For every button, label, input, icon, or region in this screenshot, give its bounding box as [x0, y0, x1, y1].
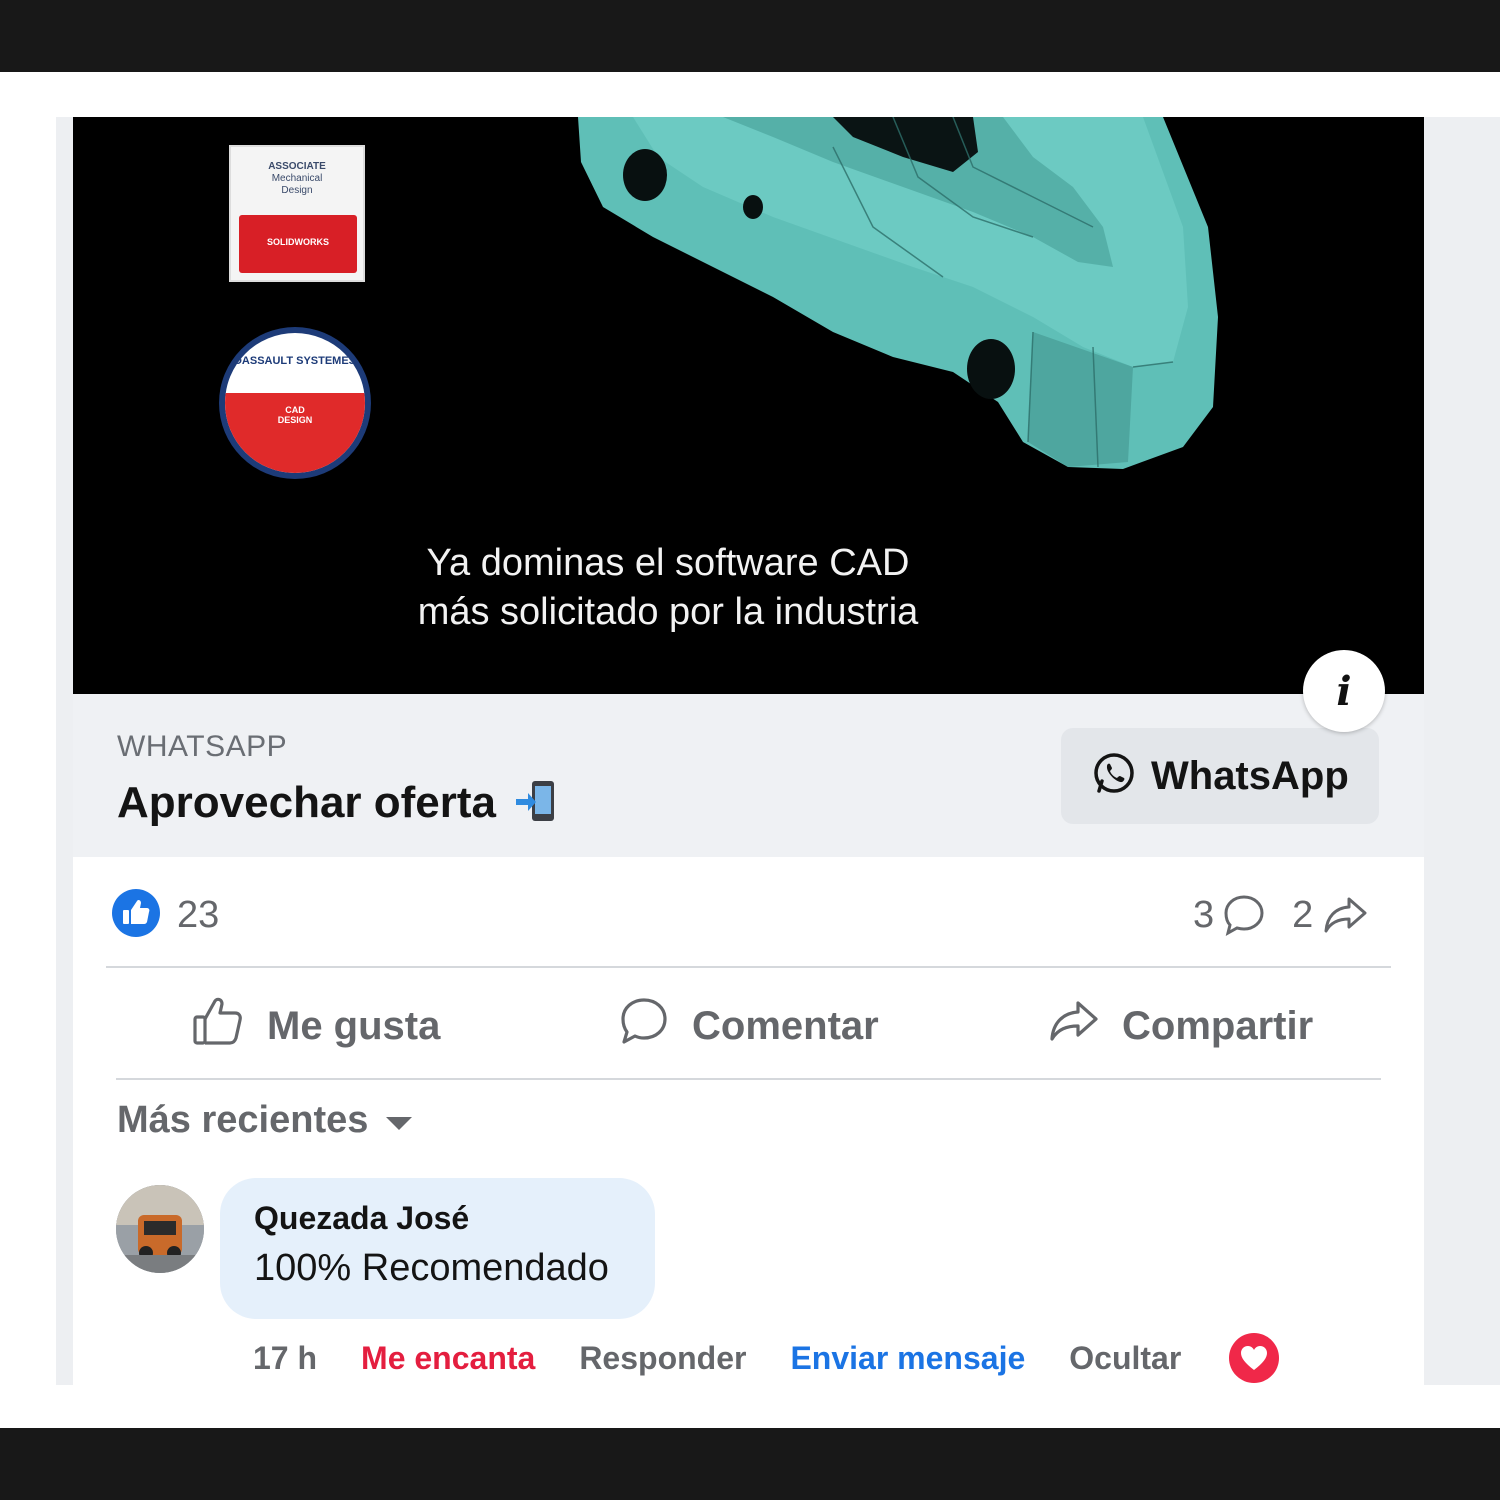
- share-count-icon: [1321, 893, 1369, 937]
- video-caption: Ya dominas el software CAD más solicitad…: [417, 542, 919, 633]
- post-action-bar: Me gusta Comentar Compartir: [73, 993, 1424, 1059]
- hide-comment-button[interactable]: Ocultar: [1069, 1340, 1181, 1377]
- dassault-cad-design-badge: DASSAULT SYSTEMES CAD DESIGN: [219, 327, 371, 479]
- phone-arrow-emoji-icon: [514, 779, 558, 823]
- comment-icon: [618, 995, 670, 1057]
- whatsapp-icon: [1091, 751, 1137, 802]
- share-button[interactable]: Compartir: [1048, 993, 1313, 1059]
- cta-headline: Aprovechar oferta: [117, 778, 558, 828]
- send-message-link[interactable]: Enviar mensaje: [790, 1340, 1025, 1377]
- ad-video-media[interactable]: ASSOCIATE Mechanical Design SOLIDWORKS D…: [73, 117, 1424, 694]
- caret-down-icon: [386, 1117, 413, 1130]
- thumbs-up-icon: [191, 995, 245, 1057]
- share-count[interactable]: 2: [1292, 894, 1313, 937]
- comment-bubble: Quezada José 100% Recomendado: [220, 1178, 655, 1319]
- comment-react-button[interactable]: Me encanta: [361, 1340, 535, 1377]
- whatsapp-cta-button[interactable]: WhatsApp: [1061, 728, 1379, 824]
- love-reaction-icon[interactable]: [1229, 1333, 1280, 1383]
- divider: [116, 1078, 1381, 1080]
- feed-background-left: [56, 117, 73, 1385]
- call-to-action-strip[interactable]: WHATSAPP Aprovechar oferta WhatsApp: [73, 694, 1424, 857]
- comment-count-icon: [1222, 893, 1266, 937]
- comment-timestamp[interactable]: 17 h: [253, 1340, 317, 1377]
- share-icon: [1048, 997, 1100, 1055]
- like-button[interactable]: Me gusta: [191, 993, 440, 1059]
- ad-info-button[interactable]: i: [1303, 650, 1385, 732]
- feed-background-right: [1424, 117, 1500, 1385]
- ad-post-card: ASSOCIATE Mechanical Design SOLIDWORKS D…: [73, 117, 1424, 1385]
- like-reaction-icon: [111, 888, 161, 943]
- comment-text: 100% Recomendado: [254, 1247, 609, 1289]
- comment-sort-dropdown[interactable]: Más recientes: [117, 1099, 413, 1142]
- comment-actions: 17 h Me encanta Responder Enviar mensaje…: [253, 1333, 1280, 1383]
- comment-button[interactable]: Comentar: [618, 993, 879, 1059]
- solidworks-certification-badge: ASSOCIATE Mechanical Design SOLIDWORKS: [229, 145, 365, 282]
- comment-author[interactable]: Quezada José: [254, 1200, 655, 1237]
- whatsapp-button-label: WhatsApp: [1151, 753, 1349, 798]
- commenter-avatar[interactable]: [116, 1185, 204, 1273]
- like-count: 23: [177, 893, 220, 936]
- divider: [106, 966, 1391, 968]
- bottom-black-bar: [0, 1428, 1500, 1500]
- cta-source-label: WHATSAPP: [117, 730, 288, 763]
- top-black-bar: [0, 0, 1500, 72]
- reaction-summary[interactable]: 23: [111, 887, 219, 943]
- comment-share-counts[interactable]: 3 2: [1193, 887, 1395, 943]
- comment-count[interactable]: 3: [1193, 894, 1214, 937]
- comment-reply-button[interactable]: Responder: [579, 1340, 746, 1377]
